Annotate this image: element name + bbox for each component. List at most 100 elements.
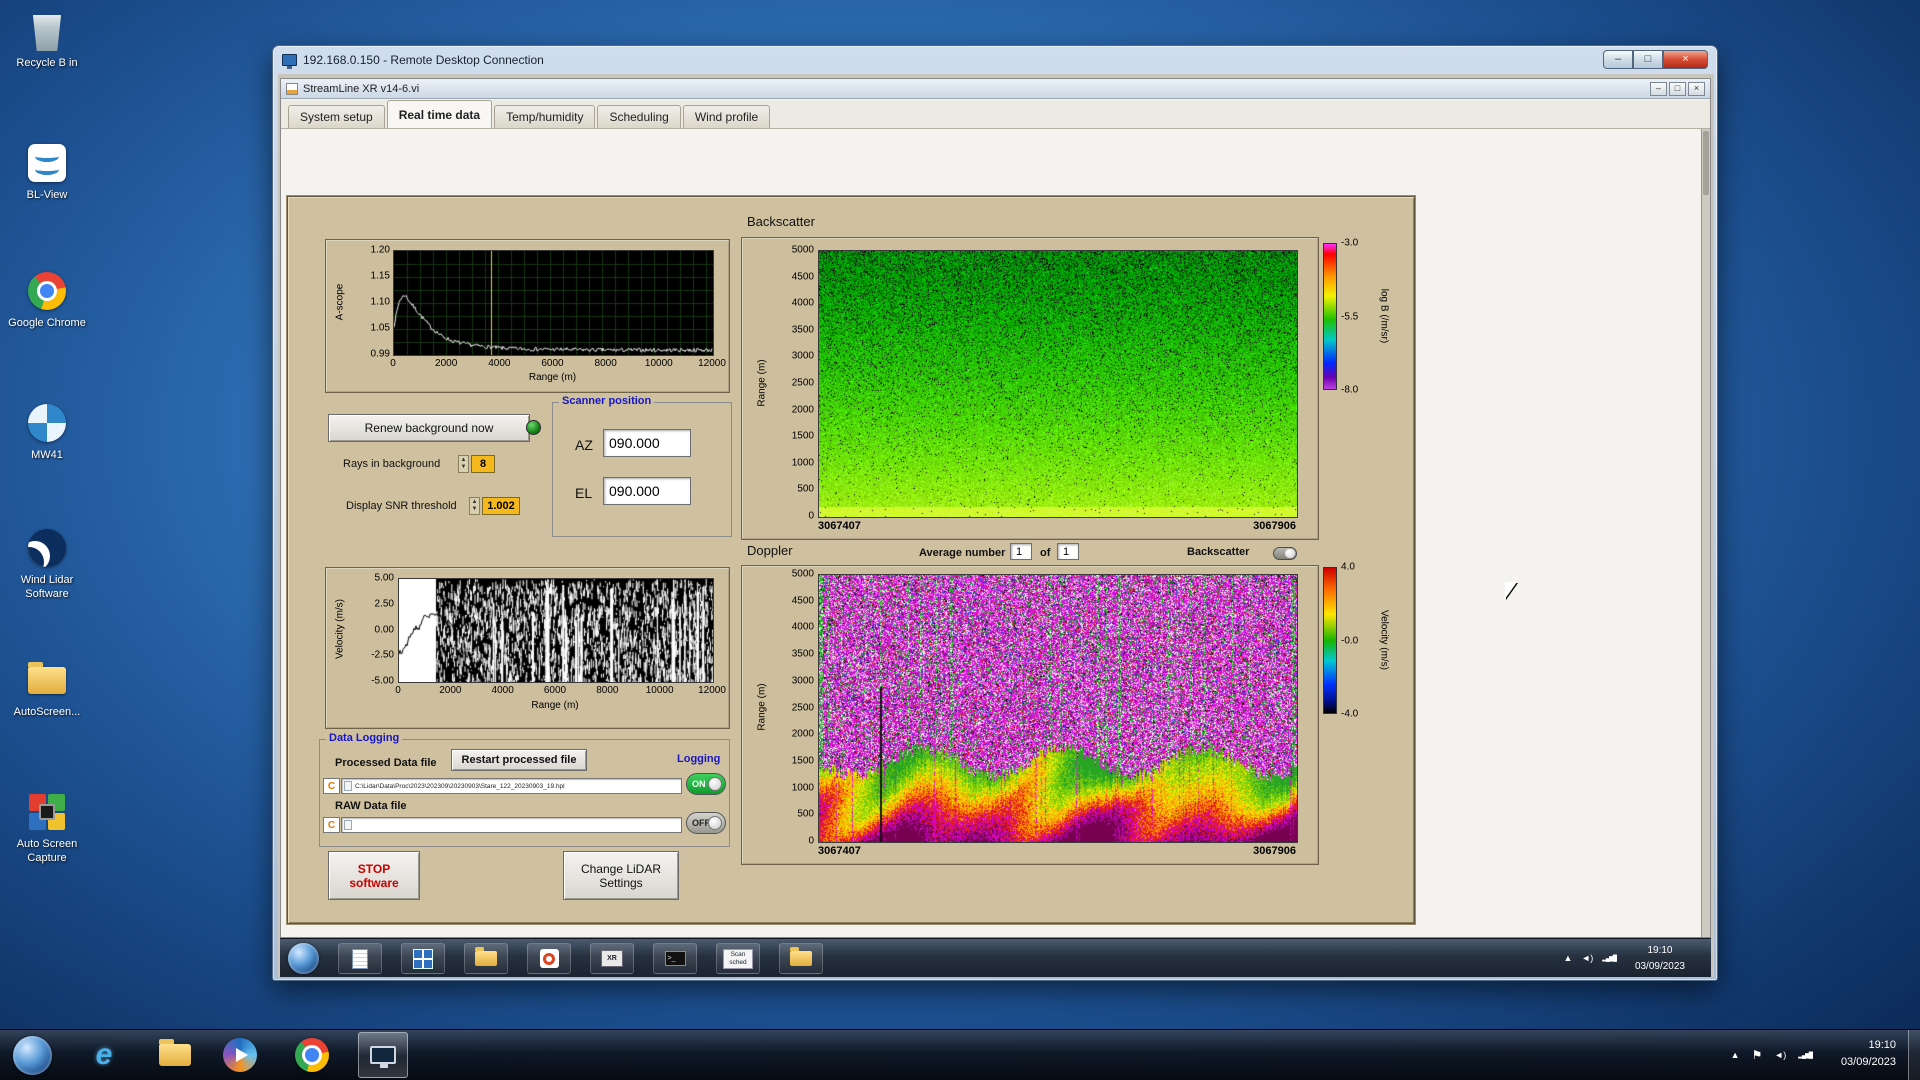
rdp-titlebar[interactable]: 192.168.0.150 - Remote Desktop Connectio… — [273, 46, 1717, 74]
rays-in-background-field[interactable]: 8 — [471, 455, 495, 473]
remote-volume-icon[interactable]: ◄) — [1581, 953, 1593, 963]
velocity-y-label: Velocity (m/s) — [334, 598, 346, 660]
velocity-x-label: Range (m) — [531, 700, 579, 711]
remote-taskbar-notepad-icon[interactable] — [338, 943, 382, 974]
spin-up-icon[interactable]: ▲ — [461, 457, 467, 464]
labview-window: StreamLine XR v14-6.vi – □ × System setu… — [280, 78, 1711, 938]
remote-taskbar-xr-app-icon[interactable]: XR — [590, 943, 634, 974]
ascope-graph: 1.20 1.15 1.10 1.05 0.99 A-scope 0 2000 4000 60… — [325, 239, 730, 393]
taskbar-ie-icon[interactable]: e — [84, 1035, 124, 1075]
raw-drive-selector[interactable]: C — [323, 817, 340, 833]
ascope-plot-canvas[interactable] — [393, 250, 714, 356]
taskbar-media-player-icon[interactable] — [220, 1035, 260, 1075]
host-volume-icon[interactable]: ◄) — [1774, 1050, 1786, 1060]
tab-temp-humidity[interactable]: Temp/humidity — [494, 105, 596, 128]
host-taskbar: e ▲ ⚑ ◄) ▂▄▆█ 19:10 03/09/2023 — [0, 1029, 1920, 1080]
tick-label: 500 — [797, 808, 814, 820]
labview-titlebar[interactable]: StreamLine XR v14-6.vi – □ × — [281, 79, 1710, 99]
host-network-icon[interactable]: ▂▄▆█ — [1798, 1052, 1813, 1059]
hidden-icons-arrow-icon[interactable]: ▲ — [1731, 1050, 1740, 1060]
taskbar-rdp-active-button[interactable] — [358, 1032, 408, 1078]
show-desktop-button[interactable] — [1908, 1030, 1920, 1080]
rdp-minimize-button[interactable]: – — [1603, 50, 1633, 69]
rdp-close-button[interactable]: × — [1663, 50, 1708, 69]
logging-label: Logging — [677, 753, 721, 765]
doppler-colorbar-ticks: 4.0 -0.0 -4.0 — [1341, 562, 1373, 720]
scanner-position-group: Scanner position AZ 090.000 EL 090.000 — [552, 395, 732, 537]
labview-maximize-button[interactable]: □ — [1669, 81, 1686, 96]
desktop-icon-wind-lidar[interactable]: Wind Lidar Software — [2, 525, 92, 602]
host-clock[interactable]: 19:10 03/09/2023 — [1841, 1037, 1896, 1071]
doppler-colorbar — [1323, 567, 1337, 714]
host-start-button[interactable] — [13, 1036, 52, 1075]
restart-processed-file-button[interactable]: Restart processed file — [451, 749, 587, 771]
velocity-graph: 5.00 2.50 0.00 -2.50 -5.00 Velocity (m/s) 0 2… — [325, 567, 730, 729]
remote-taskbar-folder-icon[interactable] — [464, 943, 508, 974]
tab-wind-profile[interactable]: Wind profile — [682, 105, 771, 128]
raw-file-path-input[interactable] — [341, 817, 682, 833]
tab-scheduling[interactable]: Scheduling — [597, 105, 681, 128]
taskbar-chrome-icon[interactable] — [292, 1035, 332, 1075]
labview-scrollbar[interactable] — [1701, 129, 1710, 937]
tick-label: 1500 — [791, 755, 814, 767]
snr-threshold-field[interactable]: 1.002 — [482, 497, 520, 515]
backscatter-display-toggle[interactable] — [1273, 547, 1297, 560]
spin-down-icon[interactable]: ▼ — [472, 506, 478, 513]
stop-software-button[interactable]: STOP software — [328, 851, 420, 900]
taskbar-explorer-icon[interactable] — [155, 1035, 195, 1075]
spin-up-icon[interactable]: ▲ — [472, 499, 478, 506]
tab-real-time-data[interactable]: Real time data — [386, 100, 493, 128]
tick-label: 1000 — [791, 782, 814, 794]
remote-taskbar-grid-app-icon[interactable] — [401, 943, 445, 974]
tick-label: 4.0 — [1341, 561, 1355, 573]
el-field[interactable]: 090.000 — [603, 477, 691, 505]
spin-down-icon[interactable]: ▼ — [461, 464, 467, 471]
desktop-icon-bl-view[interactable]: BL-View — [2, 140, 92, 203]
doppler-x-end: 3067906 — [1253, 845, 1296, 857]
remote-clock[interactable]: 19:10 03/09/2023 — [1635, 943, 1685, 974]
processed-logging-on-switch[interactable]: ON — [686, 773, 726, 795]
desktop-icon-recycle-bin[interactable]: Recycle B in — [2, 8, 92, 71]
desktop-icon-label: Wind Lidar Software — [20, 574, 74, 600]
renew-background-button[interactable]: Renew background now — [328, 414, 530, 442]
remote-taskbar-console-icon[interactable] — [653, 943, 697, 974]
ascope-x-axis: 0 2000 4000 6000 8000 10000 12000 — [390, 358, 726, 369]
backscatter-x-start: 3067407 — [818, 520, 861, 532]
average-number-field[interactable]: 1 — [1010, 543, 1032, 560]
rays-spinner[interactable]: ▲ ▼ — [458, 455, 469, 473]
desktop-icon-google-chrome[interactable]: Google Chrome — [2, 268, 92, 331]
remote-taskbar-stop-app-icon[interactable] — [527, 943, 571, 974]
snr-spinner[interactable]: ▲ ▼ — [469, 497, 480, 515]
rdp-maximize-button[interactable]: □ — [1633, 50, 1663, 69]
raw-logging-off-switch[interactable]: OFF — [686, 812, 726, 834]
hidden-icons-arrow-icon[interactable]: ▲ — [1563, 953, 1572, 963]
velocity-plot-canvas — [398, 578, 714, 683]
ascope-x-label: Range (m) — [528, 372, 577, 383]
tick-label: 500 — [797, 483, 814, 495]
desktop-icon-autoscreen-folder[interactable]: AutoScreen... — [2, 657, 92, 720]
change-lidar-settings-button[interactable]: Change LiDAR Settings — [563, 851, 679, 900]
tick-label: -2.50 — [371, 649, 394, 661]
tab-system-setup[interactable]: System setup — [288, 105, 385, 128]
doppler-heading: Doppler — [747, 543, 793, 558]
az-field[interactable]: 090.000 — [603, 429, 691, 457]
desktop-icon-auto-screen-capture[interactable]: Auto Screen Capture — [2, 789, 92, 866]
remote-start-button[interactable] — [288, 943, 319, 974]
desktop-icon-mw41[interactable]: MW41 — [2, 400, 92, 463]
doppler-colorbar-label: Velocity (m/s) — [1378, 609, 1390, 671]
scanner-position-title: Scanner position — [559, 395, 655, 407]
average-total-field[interactable]: 1 — [1057, 543, 1079, 560]
labview-minimize-button[interactable]: – — [1650, 81, 1667, 96]
action-center-flag-icon[interactable]: ⚑ — [1752, 1048, 1763, 1062]
processed-file-path-input[interactable]: C:\Lidar\Data\Proc\2023\202309\20230903\… — [341, 778, 682, 794]
scrollbar-thumb[interactable] — [1703, 131, 1709, 195]
remote-network-icon[interactable]: ▂▄▆█ — [1602, 955, 1617, 962]
remote-taskbar-scan-sched-icon[interactable]: Scan sched — [716, 943, 760, 974]
rdp-monitor-icon — [370, 1046, 396, 1068]
remote-taskbar-folder2-icon[interactable] — [779, 943, 823, 974]
tick-label: 2000 — [791, 728, 814, 740]
processed-drive-selector[interactable]: C — [323, 778, 340, 794]
file-page-icon — [344, 781, 352, 791]
desktop-icon-label: Recycle B in — [16, 57, 78, 69]
labview-close-button[interactable]: × — [1688, 81, 1705, 96]
